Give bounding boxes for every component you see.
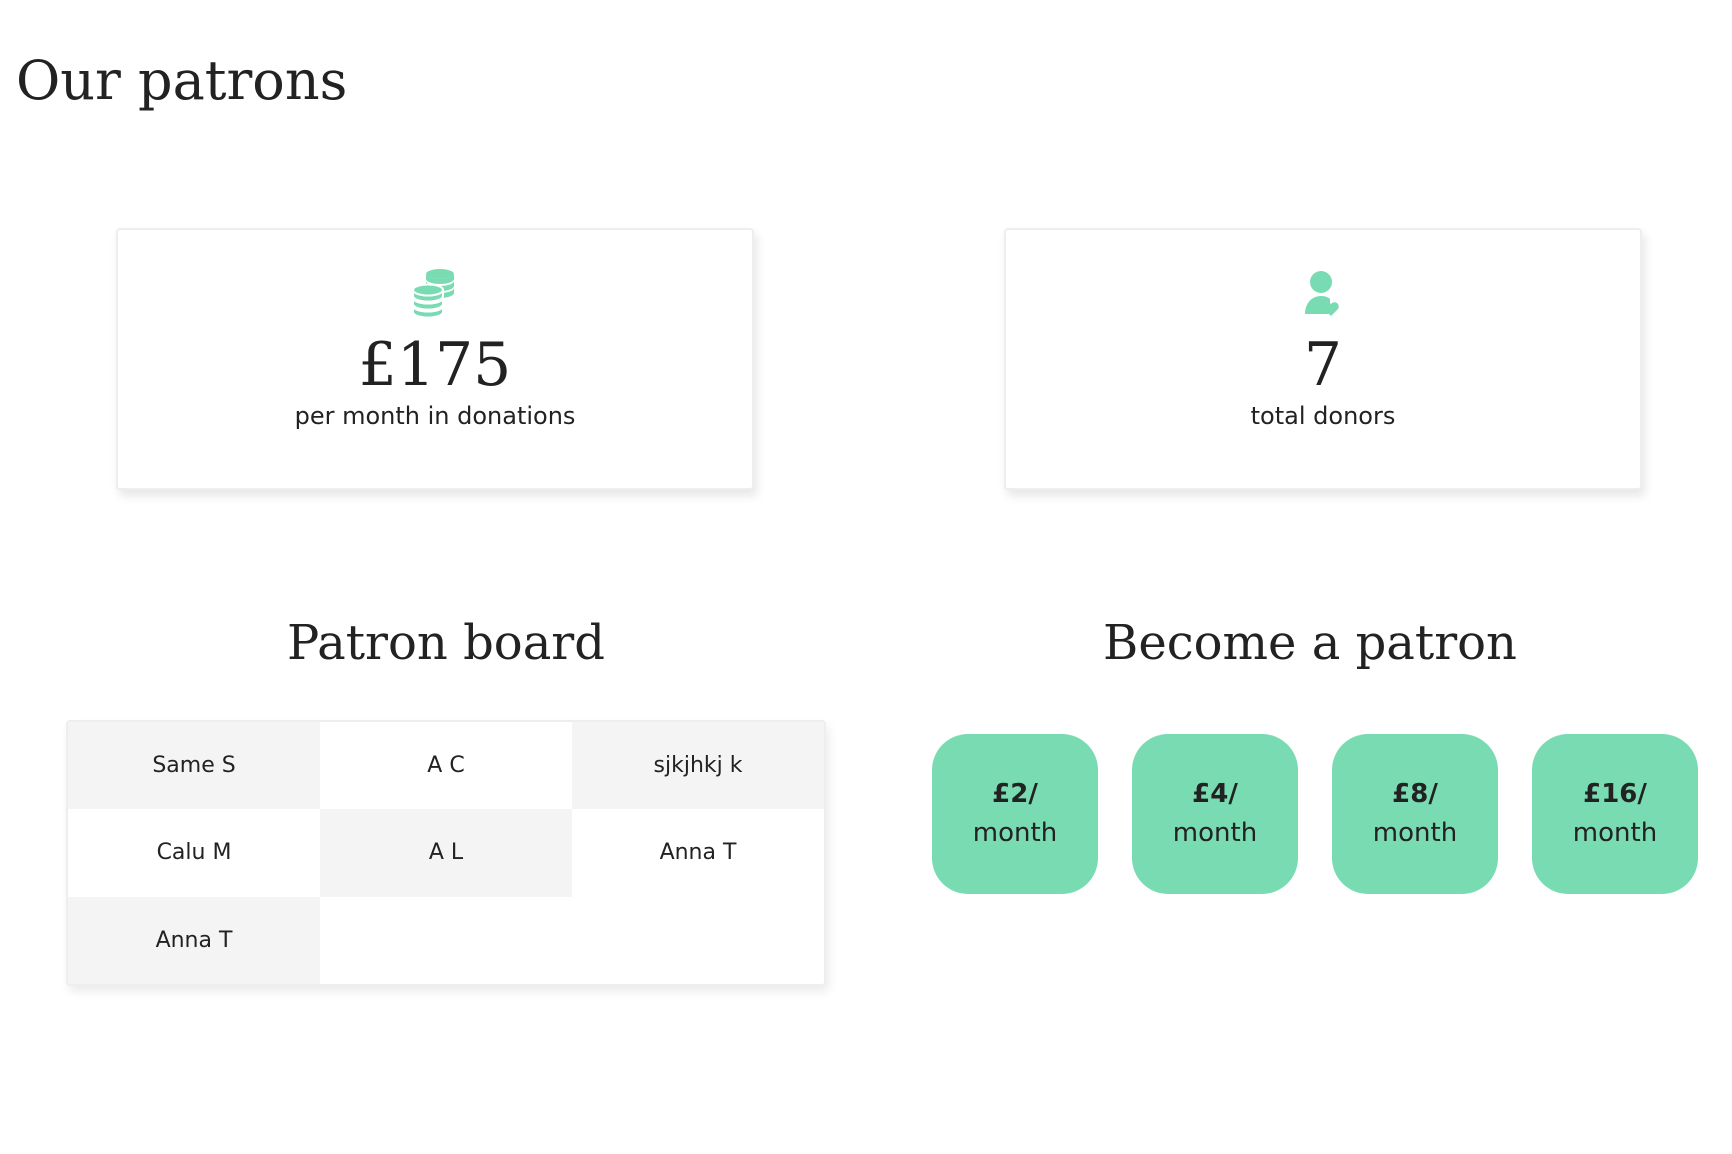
donations-amount: £175 — [358, 330, 512, 400]
patron-board-heading: Patron board — [287, 615, 605, 671]
tier-period: month — [1172, 818, 1258, 848]
coins-icon — [409, 268, 461, 320]
donations-label: per month in donations — [294, 402, 576, 430]
user-heart-icon — [1297, 268, 1349, 320]
page-title: Our patrons — [16, 49, 348, 112]
donors-stat-card: 7 total donors — [1004, 228, 1642, 490]
patron-name: sjkjhkj k — [572, 722, 824, 810]
patron-name: Calu M — [156, 840, 232, 866]
donors-label: total donors — [1250, 402, 1396, 430]
patron-name: A C — [427, 753, 465, 779]
donors-count: 7 — [1303, 330, 1343, 400]
patron-tier-options: £2/ month £4/ month £8/ month £16/ month — [930, 734, 1700, 894]
donations-stat-card: £175 per month in donations — [116, 228, 754, 490]
patron-name: Same S — [68, 722, 320, 810]
tier-amount: £4/ — [1192, 779, 1238, 809]
tier-amount: £8/ — [1392, 779, 1438, 809]
become-patron-heading: Become a patron — [1103, 615, 1517, 671]
tier-16-button[interactable]: £16/ month — [1532, 734, 1698, 894]
patron-name: Anna T — [68, 896, 320, 984]
empty-cell — [572, 897, 824, 984]
tier-amount: £2/ — [992, 779, 1038, 809]
tier-period: month — [1572, 818, 1658, 848]
tier-amount: £16/ — [1583, 779, 1647, 809]
patron-board: Same S A C sjkjhkj k Calu M A L Anna T A… — [66, 720, 826, 986]
tier-period: month — [972, 818, 1058, 848]
tier-period: month — [1372, 818, 1458, 848]
patron-name: A L — [320, 809, 572, 897]
tier-2-button[interactable]: £2/ month — [932, 734, 1098, 894]
patron-name: Anna T — [659, 840, 737, 866]
tier-8-button[interactable]: £8/ month — [1332, 734, 1498, 894]
tier-4-button[interactable]: £4/ month — [1132, 734, 1298, 894]
empty-cell — [320, 897, 572, 984]
